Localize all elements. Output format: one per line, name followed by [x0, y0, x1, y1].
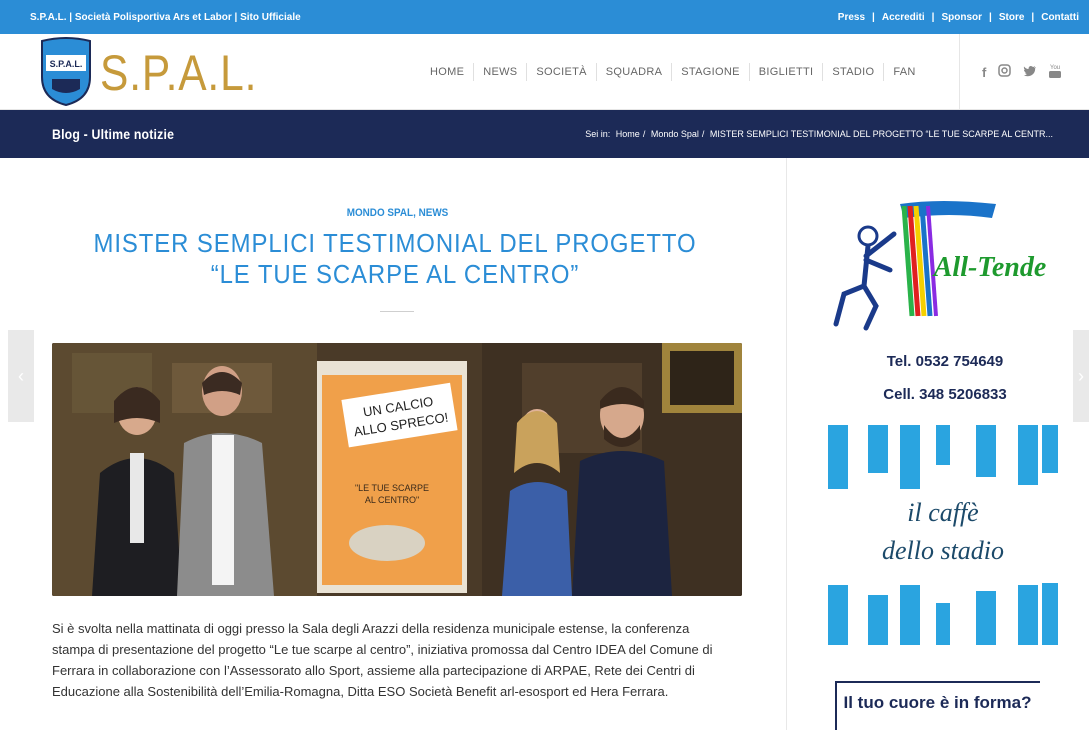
- nav-societa[interactable]: SOCIETÀ: [526, 63, 595, 81]
- poster-text-line4: AL CENTRO": [365, 495, 419, 505]
- social-links: f You: [959, 34, 1062, 110]
- nav-home[interactable]: HOME: [421, 63, 473, 81]
- all-tende-cell: Cell. 348 5206833: [883, 386, 1007, 403]
- post-title: MISTER SEMPLICI TESTIMONIAL DEL PROGETTO…: [93, 228, 697, 289]
- site-tagline: S.P.A.L. | Società Polisportiva Ars et L…: [30, 12, 301, 23]
- instagram-icon[interactable]: [998, 64, 1012, 80]
- nav-biglietti[interactable]: BIGLIETTI: [748, 63, 823, 81]
- post-featured-image: UN CALCIO ALLO SPRECO! "LE TUE SCARPE AL…: [52, 343, 742, 596]
- top-link-store[interactable]: Store: [999, 12, 1025, 23]
- breadcrumb: Sei in: Home / Mondo Spal / MISTER SEMPLIC…: [585, 129, 1053, 139]
- all-tende-ad[interactable]: All-Tende: [820, 196, 1060, 341]
- top-links: Press | Accrediti | Sponsor | Store | Co…: [837, 12, 1079, 23]
- top-link-accrediti[interactable]: Accrediti: [882, 12, 925, 23]
- post-categories[interactable]: MONDO SPAL, NEWS: [40, 207, 756, 219]
- nav-stagione[interactable]: STAGIONE: [671, 63, 748, 81]
- cuore-ad-text: Il tuo cuore è in forma?: [843, 693, 1032, 712]
- site-logo-text[interactable]: S.P.A.L.: [100, 44, 257, 102]
- next-post-arrow[interactable]: ›: [1073, 330, 1089, 422]
- spal-crest-logo[interactable]: S.P.A.L.: [40, 37, 92, 107]
- top-link-press[interactable]: Press: [838, 12, 865, 23]
- svg-text:You: You: [1050, 65, 1060, 71]
- facebook-icon[interactable]: f: [982, 65, 986, 80]
- prev-post-arrow[interactable]: ‹: [8, 330, 34, 422]
- twitter-icon[interactable]: [1023, 65, 1037, 80]
- breadcrumb-current: MISTER SEMPLICI TESTIMONIAL DEL PROGETTO…: [709, 129, 1053, 139]
- page-title: Blog - Ultime notizie: [52, 126, 175, 142]
- tende-worker-icon: [857, 225, 879, 247]
- breadcrumb-home[interactable]: Home: [616, 129, 640, 139]
- nav-squadra[interactable]: SQUADRA: [595, 63, 672, 81]
- crest-label: S.P.A.L.: [50, 59, 83, 69]
- main-nav: HOME NEWS SOCIETÀ SQUADRA STAGIONE BIGLI…: [421, 63, 925, 81]
- breadcrumb-prefix: Sei in:: [585, 129, 611, 139]
- page-title-bar: Blog - Ultime notizie Sei in: Home / Mond…: [0, 110, 1089, 158]
- site-header: S.P.A.L. S.P.A.L. HOME NEWS SOCIETÀ SQUA…: [0, 34, 1089, 110]
- top-link-sponsor[interactable]: Sponsor: [941, 12, 982, 23]
- breadcrumb-mondo-spal[interactable]: Mondo Spal: [651, 129, 699, 139]
- sidebar-divider: [786, 158, 787, 730]
- nav-fan[interactable]: FAN: [883, 63, 924, 81]
- caffe-line2: dello stadio: [882, 536, 1004, 565]
- nav-news[interactable]: NEWS: [473, 63, 526, 81]
- nav-stadio[interactable]: STADIO: [822, 63, 883, 81]
- caffe-stadio-ad[interactable]: il caffè dello stadio: [828, 425, 1058, 645]
- poster-text-line3: "LE TUE SCARPE: [355, 483, 429, 493]
- top-bar: S.P.A.L. | Società Polisportiva Ars et L…: [0, 0, 1089, 34]
- youtube-icon[interactable]: You: [1049, 63, 1062, 82]
- all-tende-brand: All-Tende: [932, 252, 1047, 283]
- all-tende-tel: Tel. 0532 754649: [886, 353, 1004, 370]
- top-link-contatti[interactable]: Contatti: [1041, 12, 1079, 23]
- title-separator: [380, 311, 414, 312]
- post-body: Si è svolta nella mattinata di oggi pres…: [52, 621, 713, 699]
- caffe-line1: il caffè: [907, 498, 978, 527]
